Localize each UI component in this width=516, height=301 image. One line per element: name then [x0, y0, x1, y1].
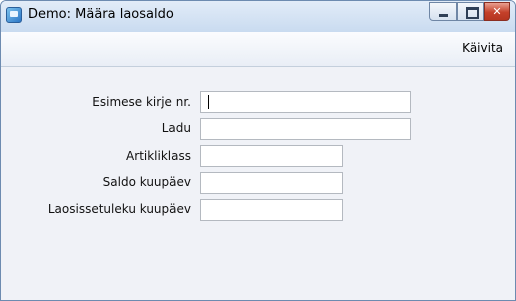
warehouse-input[interactable]	[200, 118, 411, 140]
item-class-label: Artikliklass	[126, 149, 191, 163]
text-cursor	[208, 95, 209, 109]
warehouse-label: Ladu	[161, 121, 191, 135]
close-icon: ✕	[492, 5, 502, 18]
stock-receipt-date-input[interactable]	[200, 199, 343, 221]
run-button[interactable]: Käivita	[462, 41, 503, 55]
stock-receipt-date-label: Laosissetuleku kuupäev	[47, 202, 191, 216]
close-button[interactable]: ✕	[484, 2, 510, 21]
form-area: Esimese kirje nr. Ladu Artikliklass Sald…	[1, 67, 515, 300]
maximize-button[interactable]	[457, 2, 484, 21]
toolbar: Käivita	[1, 32, 515, 67]
first-record-number-label: Esimese kirje nr.	[92, 95, 191, 109]
item-class-input[interactable]	[200, 145, 343, 167]
minimize-button[interactable]	[429, 2, 457, 21]
window-title: Demo: Määra laosaldo	[28, 7, 174, 22]
app-icon	[6, 7, 22, 23]
balance-date-label: Saldo kuupäev	[102, 175, 191, 189]
title-bar[interactable]: Demo: Määra laosaldo ✕	[1, 1, 515, 32]
first-record-number-input[interactable]	[200, 91, 411, 113]
balance-date-input[interactable]	[200, 172, 343, 194]
report-window: Demo: Määra laosaldo ✕ Käivita Esimese k…	[0, 0, 516, 301]
maximize-icon	[466, 7, 479, 19]
minimize-icon	[439, 14, 448, 17]
